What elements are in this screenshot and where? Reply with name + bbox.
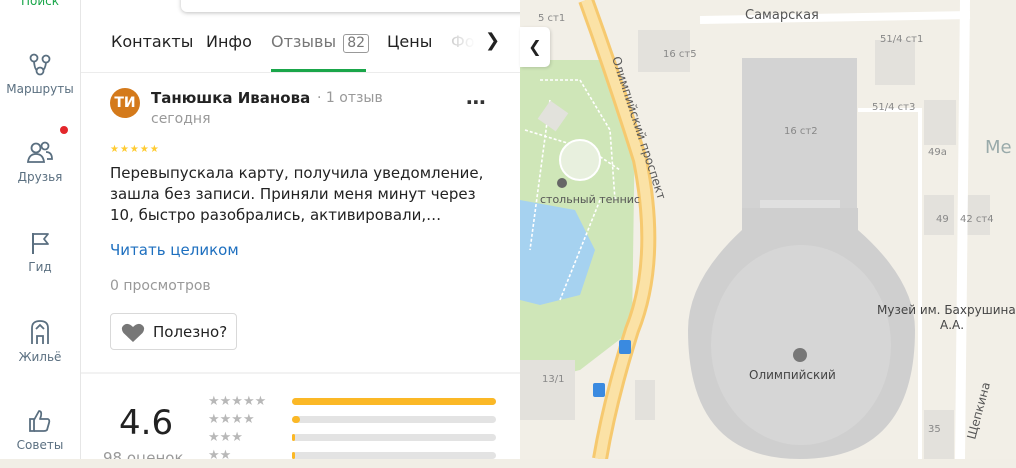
map-label-b16st2: 16 ст2 xyxy=(784,126,818,137)
housing-icon xyxy=(31,320,49,344)
map-label-b51-4st1: 51/4 ст1 xyxy=(880,34,923,45)
sidebar-label-tips: Советы xyxy=(16,438,64,452)
distribution-stars-2: ★★ xyxy=(208,448,232,459)
search-box[interactable] xyxy=(181,0,520,12)
routes-icon xyxy=(29,53,51,76)
friends-icon xyxy=(26,141,53,163)
distribution-bar-3 xyxy=(292,434,496,441)
map-label-b49: 49 xyxy=(936,214,949,225)
tennis-poi-icon xyxy=(557,178,567,188)
sidebar-item-housing[interactable]: Жильё xyxy=(0,318,80,378)
map-canvas: Самарская Олимпийский проспект стольный … xyxy=(520,0,1016,459)
map-label-b13-1: 13/1 xyxy=(542,374,564,385)
place-tabs: Контакты Инфо Отзывы 82 Цены Фо xyxy=(81,22,520,72)
rating-count: 98 оценок xyxy=(103,449,184,459)
sidebar-label-friends: Друзья xyxy=(17,170,63,184)
tab-info[interactable]: Инфо xyxy=(206,32,252,51)
sidebar-item-routes[interactable]: Маршруты xyxy=(0,52,80,112)
tabs-fade xyxy=(441,22,491,62)
rating-score: 4.6 xyxy=(119,403,174,443)
sidebar-label-routes: Маршруты xyxy=(6,82,74,96)
distribution-stars-3: ★★★ xyxy=(208,430,243,445)
tab-contacts[interactable]: Контакты xyxy=(111,32,193,51)
tabs-scroll-right-icon[interactable]: ❯ xyxy=(485,30,500,51)
map-label-stadium: Олимпийский xyxy=(749,368,836,382)
more-options-icon[interactable]: ⋯ xyxy=(466,90,487,114)
distribution-fill-5 xyxy=(292,398,496,405)
distribution-stars-5: ★★★★★ xyxy=(208,394,267,409)
review-stars: ★★★★★ xyxy=(110,144,160,155)
map-label-b49a: 49а xyxy=(928,147,947,158)
map-label-metro: Ме xyxy=(985,137,1012,158)
review-author-name[interactable]: Танюшка Иванова xyxy=(151,89,310,107)
heart-icon xyxy=(121,323,145,342)
distribution-fill-4 xyxy=(292,416,301,423)
tab-reviews-label: Отзывы xyxy=(271,32,337,51)
read-full-link[interactable]: Читать целиком xyxy=(110,241,239,259)
distribution-bar-4 xyxy=(292,416,496,423)
left-sidebar: Поиск Маршруты Друзья Гид Жильё Советы xyxy=(0,0,81,459)
sidebar-item-guide[interactable]: Гид xyxy=(0,230,80,290)
distribution-fill-2 xyxy=(292,452,296,459)
map-label-tennis: стольный теннис xyxy=(540,193,640,206)
distribution-fill-3 xyxy=(292,434,296,441)
map-label-museum-2: А.А. xyxy=(940,318,964,332)
tab-prices[interactable]: Цены xyxy=(387,32,432,51)
guide-flag-icon xyxy=(32,233,49,254)
distribution-bar-2 xyxy=(292,452,496,459)
sidebar-item-search[interactable]: Поиск xyxy=(0,0,80,8)
review-views: 0 просмотров xyxy=(110,278,211,294)
map-label-b42st4: 42 ст4 xyxy=(960,214,994,225)
sidebar-label-housing: Жильё xyxy=(18,350,62,364)
distribution-bar-5 xyxy=(292,398,496,405)
author-reviews-count: · 1 отзыв xyxy=(317,90,383,106)
map-label-b35: 35 xyxy=(928,424,941,435)
notification-dot xyxy=(60,126,68,134)
map-label-b5st1: 5 ст1 xyxy=(538,13,565,24)
map-view[interactable]: Самарская Олимпийский проспект стольный … xyxy=(520,0,1016,459)
distribution-stars-4: ★★★★ xyxy=(208,412,255,427)
collapse-panel-button[interactable]: ❮ xyxy=(520,27,550,67)
tabs-divider xyxy=(81,72,520,73)
map-label-b51-4st3: 51/4 ст3 xyxy=(872,102,915,113)
map-label-samarskaya: Самарская xyxy=(745,8,819,23)
tab-reviews[interactable]: Отзывы 82 xyxy=(271,32,370,53)
helpful-button[interactable]: Полезно? xyxy=(110,313,237,350)
sidebar-item-friends[interactable]: Друзья xyxy=(0,126,80,200)
review-date: сегодня xyxy=(151,111,211,127)
helpful-label: Полезно? xyxy=(153,323,228,341)
avatar[interactable]: ТИ xyxy=(110,88,140,118)
map-label-b16st5: 16 ст5 xyxy=(663,49,697,60)
review-text: Перевыпускала карту, получила уведомлени… xyxy=(110,164,484,224)
section-divider xyxy=(81,372,520,374)
stadium-poi-icon xyxy=(793,348,807,362)
sidebar-label-guide: Гид xyxy=(28,260,52,274)
map-label-museum: Музей им. Бахрушина xyxy=(877,303,1016,317)
reviews-count-badge: 82 xyxy=(343,34,370,53)
thumbs-up-icon xyxy=(29,410,51,432)
place-card-panel: Контакты Инфо Отзывы 82 Цены Фо ❯ ТИ Тан… xyxy=(81,0,520,459)
sidebar-item-tips[interactable]: Советы xyxy=(0,408,80,468)
